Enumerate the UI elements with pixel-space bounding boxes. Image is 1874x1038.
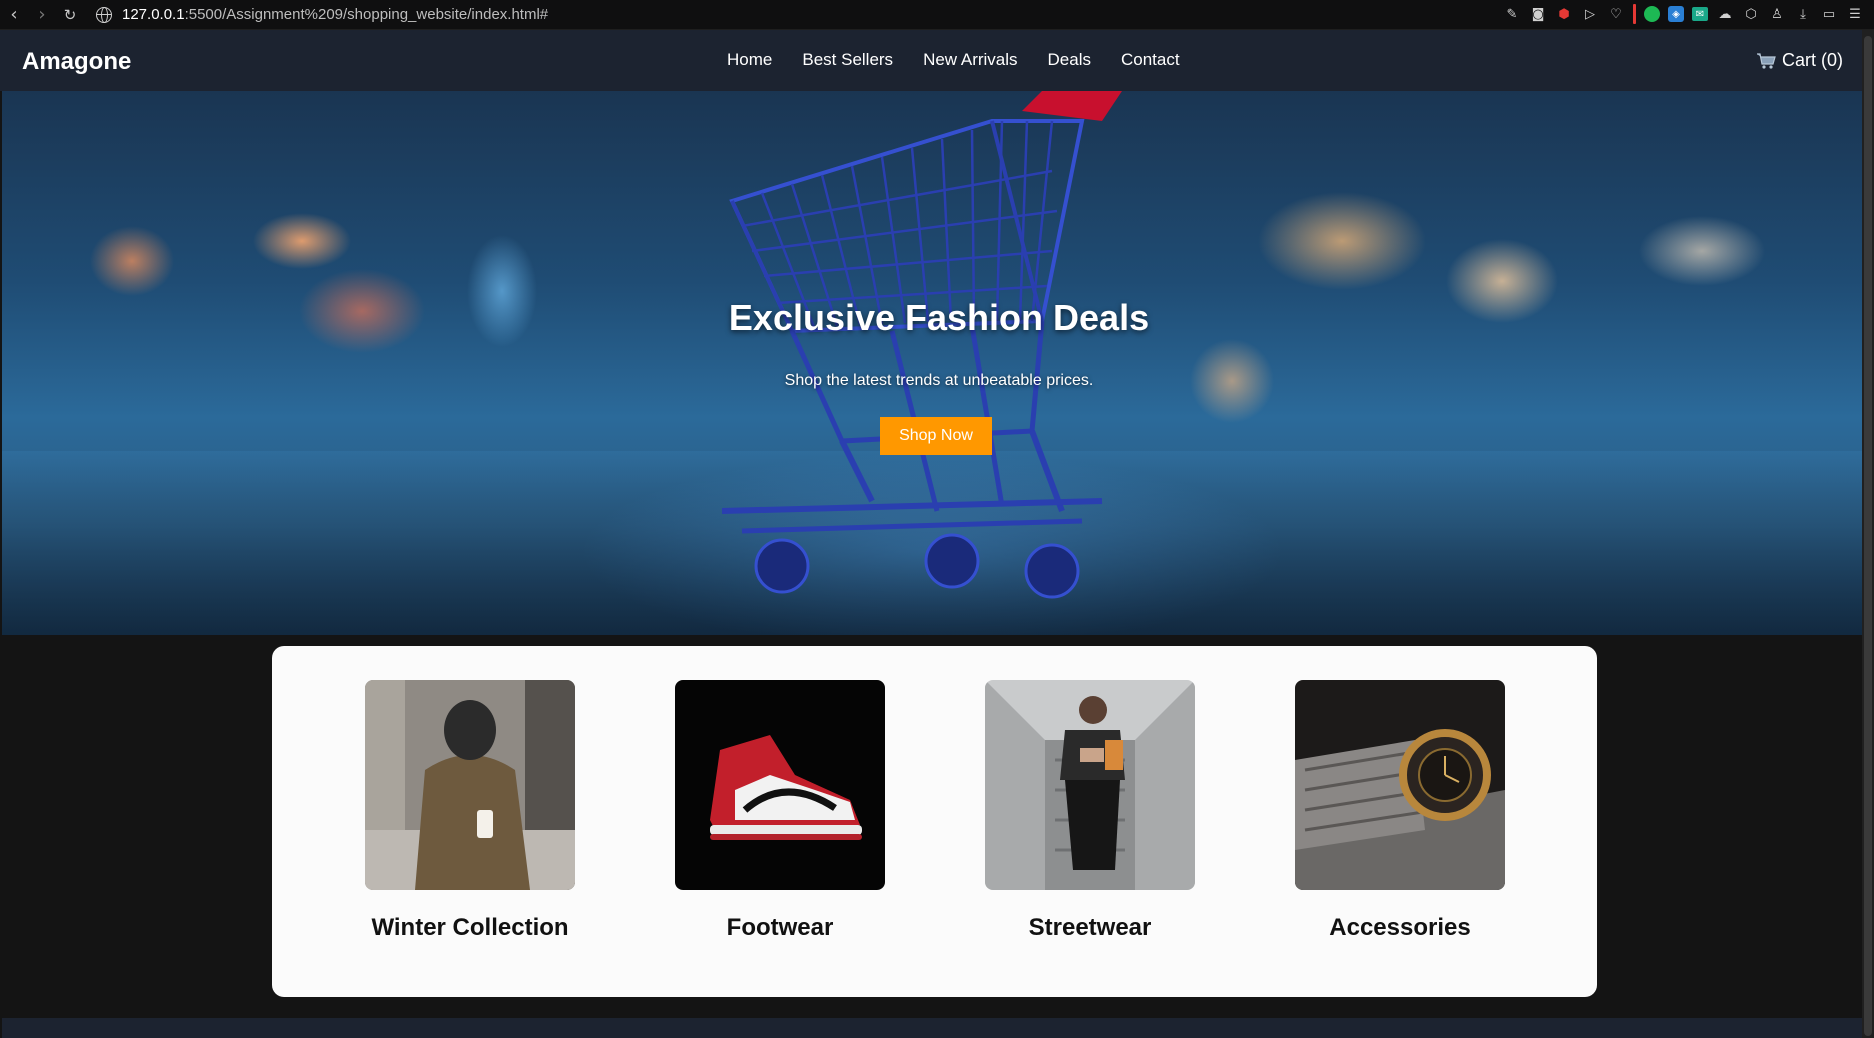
url-host: 127.0.0.1 — [122, 6, 185, 23]
category-label: Winter Collection — [371, 914, 569, 941]
category-card-winter-collection[interactable]: Winter Collection — [365, 680, 575, 942]
cart-icon — [1757, 52, 1776, 69]
url-path: :5500/Assignment%209/shopping_website/in… — [184, 6, 549, 23]
winter-collection-image — [365, 680, 575, 890]
vpn-icon[interactable]: ◈ — [1668, 6, 1684, 22]
category-card-accessories[interactable]: Accessories — [1295, 680, 1505, 942]
box-icon[interactable]: ⬡ — [1742, 5, 1760, 23]
spotify-icon[interactable] — [1644, 6, 1660, 22]
cart-button[interactable]: Cart (0) — [1756, 50, 1843, 71]
address-bar[interactable]: 127.0.0.1:5500/Assignment%209/shopping_w… — [96, 6, 548, 23]
menu-icon[interactable]: ☰ — [1846, 5, 1864, 23]
site-logo[interactable]: Amagone — [22, 48, 131, 76]
category-card-streetwear[interactable]: Streetwear — [985, 680, 1195, 942]
shop-now-button[interactable]: Shop Now — [880, 417, 992, 455]
divider — [1633, 4, 1636, 24]
category-label: Footwear — [726, 914, 834, 941]
shopping-cart-image — [722, 91, 1122, 599]
category-label: Accessories — [1329, 914, 1471, 941]
nav-home[interactable]: Home — [727, 50, 772, 70]
back-icon[interactable]: ‹ — [0, 0, 28, 30]
heart-icon[interactable]: ♡ — [1607, 5, 1625, 23]
shield-icon[interactable]: ⬢ — [1555, 5, 1573, 23]
mail-icon[interactable]: ✉ — [1692, 7, 1708, 21]
profile-icon[interactable]: ♙ — [1768, 5, 1786, 23]
hero-title: Exclusive Fashion Deals — [728, 297, 1150, 338]
nav-contact[interactable]: Contact — [1121, 50, 1180, 70]
cloud-icon[interactable]: ☁ — [1716, 5, 1734, 23]
edit-icon[interactable]: ✎ — [1503, 5, 1521, 23]
play-icon[interactable]: ▷ — [1581, 5, 1599, 23]
globe-icon — [96, 6, 112, 23]
nav-best-sellers[interactable]: Best Sellers — [802, 50, 893, 70]
battery-icon[interactable]: ▭ — [1820, 5, 1838, 23]
footer-strip — [2, 1018, 1862, 1038]
streetwear-image — [985, 680, 1195, 890]
page-scrollbar[interactable] — [1862, 30, 1874, 1038]
category-panel: Winter Collection Footwear Streetwear Ac… — [272, 646, 1597, 997]
site-header: Amagone Home Best Sellers New Arrivals D… — [0, 30, 1874, 91]
category-card-footwear[interactable]: Footwear — [675, 680, 885, 942]
hero-subtitle: Shop the latest trends at unbeatable pri… — [784, 372, 1094, 389]
accessories-image — [1295, 680, 1505, 890]
main-nav: Home Best Sellers New Arrivals Deals Con… — [727, 50, 1180, 70]
nav-new-arrivals[interactable]: New Arrivals — [923, 50, 1017, 70]
nav-deals[interactable]: Deals — [1048, 50, 1091, 70]
category-label: Streetwear — [1028, 914, 1152, 941]
scrollbar-thumb[interactable] — [1864, 36, 1872, 1036]
cart-label: Cart (0) — [1782, 50, 1844, 70]
footwear-image — [675, 680, 885, 890]
reload-icon[interactable]: ↻ — [56, 0, 84, 30]
camera-icon[interactable]: ◙ — [1529, 5, 1547, 23]
extension-icons: ✎ ◙ ⬢ ▷ ♡ ◈ ✉ ☁ ⬡ ♙ ⤓ ▭ ☰ — [1503, 4, 1864, 24]
browser-toolbar: ‹ › ↻ 127.0.0.1:5500/Assignment%209/shop… — [0, 0, 1874, 30]
forward-icon[interactable]: › — [28, 0, 56, 30]
hero-banner: Exclusive Fashion Deals Shop the latest … — [2, 91, 1862, 635]
download-icon[interactable]: ⤓ — [1794, 5, 1812, 23]
